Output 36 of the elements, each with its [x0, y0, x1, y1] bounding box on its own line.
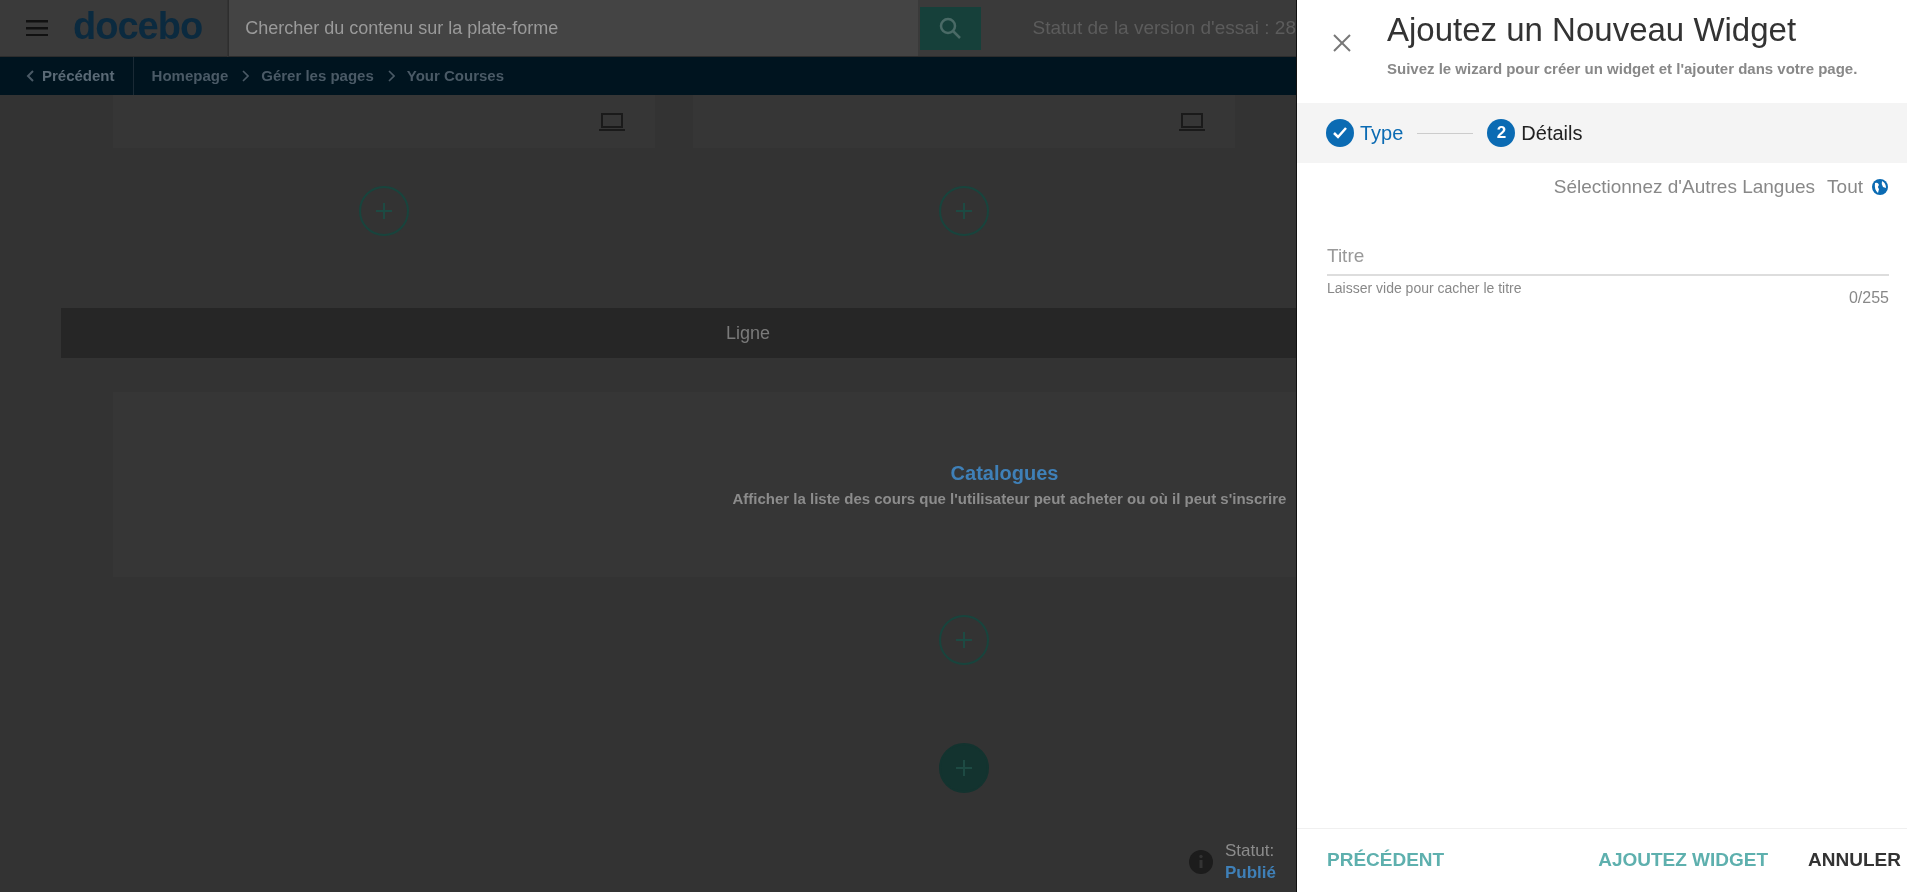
search-field[interactable]: Chercher du contenu sur la plate-forme	[228, 0, 919, 56]
panel-title: Ajoutez un Nouveau Widget	[1387, 10, 1798, 50]
breadcrumb-link[interactable]: Your Courses	[406, 64, 505, 88]
panel-subtitle: Suivez le wizard pour créer un widget et l'ajouter dans votre page.	[1387, 58, 1858, 79]
row-label: Ligne	[726, 321, 771, 345]
previous-button[interactable]: PRÉCÉDENT	[1327, 846, 1445, 875]
step-label: Type	[1360, 121, 1404, 146]
add-widget-button[interactable]	[939, 615, 989, 665]
close-icon	[1333, 34, 1351, 52]
search-icon	[939, 17, 962, 39]
search-button[interactable]	[920, 6, 981, 50]
widget-description: Afficher la liste des cours que l'utilisateur peut acheter ou où il peut s'inscrire	[732, 489, 1287, 510]
laptop-icon	[599, 112, 625, 131]
character-counter: 0/255	[1848, 288, 1889, 308]
globe-icon	[1871, 178, 1889, 197]
cancel-button[interactable]: ANNULER	[1808, 846, 1901, 875]
chevron-right-icon	[242, 70, 250, 82]
chevron-right-icon	[387, 70, 395, 82]
add-widget-button[interactable]	[359, 186, 409, 236]
status-label: Statut:	[1225, 839, 1276, 862]
menu-icon[interactable]	[25, 20, 48, 36]
chevron-left-icon	[26, 70, 34, 82]
breadcrumb-link[interactable]: Gérer les pages	[261, 64, 374, 88]
add-row-button[interactable]	[939, 743, 989, 793]
widget-title: Catalogues	[950, 461, 1059, 487]
language-label: Sélectionnez d'Autres Langues	[1553, 175, 1816, 199]
status-value: Publié	[1225, 861, 1276, 884]
info-icon	[1189, 849, 1213, 874]
language-selector[interactable]: Tout	[1827, 173, 1889, 202]
step-number: 2	[1487, 119, 1516, 147]
laptop-icon	[1179, 112, 1205, 131]
breadcrumb-link[interactable]: Homepage	[151, 64, 229, 88]
field-hint: Laisser vide pour cacher le titre	[1327, 279, 1522, 298]
step-label: Détails	[1521, 121, 1583, 146]
add-widget-button[interactable]: AJOUTEZ WIDGET	[1598, 846, 1769, 875]
add-widget-button[interactable]	[939, 186, 989, 236]
